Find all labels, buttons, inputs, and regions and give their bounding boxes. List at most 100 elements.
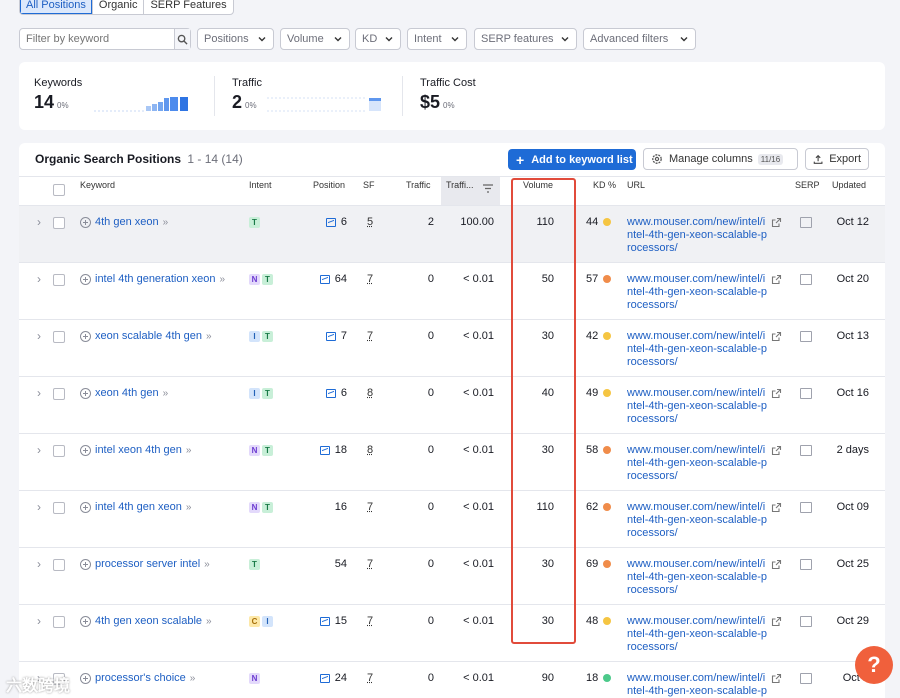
expand-row-icon[interactable]: › [37,614,41,628]
add-to-keyword-list-button[interactable]: + Add to keyword list [508,149,636,170]
add-keyword-icon[interactable] [80,559,91,570]
table-row[interactable]: › processor server intel » T 54 7 0 < 0.01 30 69 w… [19,547,885,604]
serp-snapshot-icon[interactable] [800,673,812,684]
export-button[interactable]: Export [805,148,869,170]
row-checkbox[interactable] [53,616,65,628]
kd-dropdown[interactable]: KD [355,28,401,50]
external-link-icon[interactable] [771,388,782,399]
header-url[interactable]: URL [627,180,645,190]
tab-serp-features[interactable]: SERP Features [144,0,232,14]
external-link-icon[interactable] [771,445,782,456]
url-link[interactable]: www.mouser.com/new/intel/intel-4th-gen-x… [627,615,769,654]
search-button[interactable] [174,29,190,49]
serp-snapshot-icon[interactable] [800,616,812,627]
add-keyword-icon[interactable] [80,445,91,456]
url-link[interactable]: www.mouser.com/new/intel/intel-4th-gen-x… [627,330,769,369]
intent-dropdown[interactable]: Intent [407,28,467,50]
traffic-stat[interactable]: Traffic 2 0% [232,77,262,113]
volume-dropdown[interactable]: Volume [280,28,350,50]
add-keyword-icon[interactable] [80,274,91,285]
external-link-icon[interactable] [771,274,782,285]
serp-features-dropdown[interactable]: SERP features [474,28,577,50]
url-link[interactable]: www.mouser.com/new/intel/intel-4th-gen-x… [627,216,769,255]
row-checkbox[interactable] [53,274,65,286]
sf-count[interactable]: 7 [367,273,373,285]
header-serp[interactable]: SERP [795,180,820,190]
add-keyword-icon[interactable] [80,502,91,513]
external-link-icon[interactable] [771,331,782,342]
keyword-link[interactable]: intel xeon 4th gen [95,444,182,456]
row-checkbox[interactable] [53,559,65,571]
add-keyword-icon[interactable] [80,673,91,684]
keyword-details-icon[interactable]: » [206,331,212,342]
serp-snapshot-icon[interactable] [800,502,812,513]
keyword-details-icon[interactable]: » [186,445,192,456]
keyword-details-icon[interactable]: » [219,274,225,285]
sort-icon[interactable] [483,184,493,193]
expand-row-icon[interactable]: › [37,443,41,457]
expand-row-icon[interactable]: › [37,329,41,343]
sf-count[interactable]: 7 [367,501,373,513]
traffic-cost-stat[interactable]: Traffic Cost $5 0% [420,77,476,113]
sf-count[interactable]: 7 [367,330,373,342]
manage-columns-button[interactable]: Manage columns 11/16 [643,148,798,170]
keyword-link[interactable]: intel 4th generation xeon [95,273,215,285]
url-link[interactable]: www.mouser.com/new/intel/intel-4th-gen-x… [627,444,769,483]
keyword-details-icon[interactable]: » [163,217,169,228]
row-checkbox[interactable] [53,445,65,457]
keyword-link[interactable]: intel 4th gen xeon [95,501,182,513]
serp-snapshot-icon[interactable] [800,217,812,228]
url-link[interactable]: www.mouser.com/new/intel/intel-4th-gen-x… [627,672,769,698]
header-sf[interactable]: SF [363,180,375,190]
external-link-icon[interactable] [771,559,782,570]
keywords-stat[interactable]: Keywords 14 0% [34,77,82,113]
expand-row-icon[interactable]: › [37,500,41,514]
keyword-link[interactable]: xeon 4th gen [95,387,159,399]
serp-snapshot-icon[interactable] [800,559,812,570]
url-link[interactable]: www.mouser.com/new/intel/intel-4th-gen-x… [627,387,769,426]
sf-count[interactable]: 7 [367,558,373,570]
keyword-details-icon[interactable]: » [190,673,196,684]
row-checkbox[interactable] [53,502,65,514]
expand-row-icon[interactable]: › [37,272,41,286]
serp-snapshot-icon[interactable] [800,445,812,456]
expand-row-icon[interactable]: › [37,557,41,571]
serp-snapshot-icon[interactable] [800,331,812,342]
serp-snapshot-icon[interactable] [800,274,812,285]
header-updated[interactable]: Updated [832,180,866,190]
sf-count[interactable]: 5 [367,216,373,228]
url-link[interactable]: www.mouser.com/new/intel/intel-4th-gen-x… [627,273,769,312]
row-checkbox[interactable] [53,217,65,229]
table-row[interactable]: › intel 4th gen xeon » N T 16 7 0 < 0.01 110 62 www… [19,490,885,547]
sf-count[interactable]: 7 [367,615,373,627]
row-checkbox[interactable] [53,331,65,343]
external-link-icon[interactable] [771,673,782,684]
sf-count[interactable]: 7 [367,672,373,684]
url-link[interactable]: www.mouser.com/new/intel/intel-4th-gen-x… [627,501,769,540]
external-link-icon[interactable] [771,502,782,513]
table-row[interactable]: › xeon scalable 4th gen» I T 7 7 0 < 0.01 30 42 ww… [19,319,885,376]
keyword-link[interactable]: 4th gen xeon scalable [95,615,202,627]
positions-dropdown[interactable]: Positions [197,28,274,50]
row-checkbox[interactable] [53,388,65,400]
advanced-filters-dropdown[interactable]: Advanced filters [583,28,696,50]
keyword-link[interactable]: 4th gen xeon [95,216,159,228]
external-link-icon[interactable] [771,217,782,228]
expand-row-icon[interactable]: › [37,215,41,229]
keyword-details-icon[interactable]: » [206,616,212,627]
header-traffic[interactable]: Traffic [406,180,431,190]
add-keyword-icon[interactable] [80,616,91,627]
expand-row-icon[interactable]: › [37,386,41,400]
keyword-link[interactable]: processor server intel [95,558,200,570]
external-link-icon[interactable] [771,616,782,627]
keyword-link[interactable]: xeon scalable 4th gen [95,330,202,342]
table-row[interactable]: › intel xeon 4th gen » N T 18 8 0 < 0.01 30 58 www.… [19,433,885,490]
add-keyword-icon[interactable] [80,217,91,228]
keyword-link[interactable]: processor's choice [95,672,186,684]
header-traffic-pct[interactable]: Traffi... [446,180,474,190]
add-keyword-icon[interactable] [80,388,91,399]
keyword-filter-input[interactable] [20,29,174,49]
add-keyword-icon[interactable] [80,331,91,342]
url-link[interactable]: www.mouser.com/new/intel/intel-4th-gen-x… [627,558,769,597]
header-intent[interactable]: Intent [249,180,272,190]
